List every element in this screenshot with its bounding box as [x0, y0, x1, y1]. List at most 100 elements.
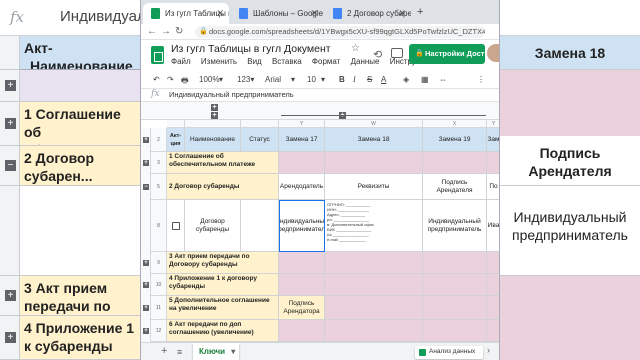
- row-checkbox[interactable]: [172, 222, 180, 230]
- section-cell[interactable]: 4 Приложение 1 к договору субаренды: [167, 274, 279, 296]
- cell[interactable]: Подпись Арендатора: [279, 296, 325, 320]
- cell[interactable]: [279, 152, 325, 174]
- column-header[interactable]: [241, 120, 279, 128]
- cell[interactable]: [487, 274, 499, 296]
- cell[interactable]: [279, 320, 325, 342]
- fill-color-icon[interactable]: ◈: [403, 75, 409, 84]
- explore-button[interactable]: Анализ данных: [415, 346, 483, 359]
- section-cell[interactable]: 2 Договор субаренды: [167, 174, 279, 200]
- header-cell[interactable]: Статус: [241, 128, 279, 152]
- row-header[interactable]: 8: [151, 200, 167, 252]
- cell[interactable]: Арендодатель: [279, 174, 325, 200]
- font-select[interactable]: Arial: [265, 75, 281, 84]
- menu-insert[interactable]: Вставка: [272, 57, 302, 66]
- requisites-cell[interactable]: ОГРНИП: ___________ ИНН: ______________ …: [325, 200, 423, 252]
- menu-file[interactable]: Файл: [171, 57, 191, 66]
- close-icon[interactable]: ✕: [216, 8, 224, 19]
- row-header[interactable]: 10: [151, 274, 167, 296]
- expand-row-icon[interactable]: +: [5, 80, 16, 91]
- header-cell[interactable]: Замена 18: [325, 128, 423, 152]
- print-icon[interactable]: 🖶: [181, 75, 189, 89]
- cell[interactable]: Реквизиты: [325, 174, 423, 200]
- selected-cell[interactable]: Индивидуальный предприниматель: [279, 200, 325, 252]
- cell[interactable]: [325, 296, 423, 320]
- header-cell[interactable]: Наименование: [185, 128, 241, 152]
- back-icon[interactable]: ←: [147, 26, 157, 37]
- row-header[interactable]: 11: [151, 296, 167, 320]
- redo-icon[interactable]: ↷: [167, 75, 174, 84]
- close-icon[interactable]: ✕: [310, 8, 318, 19]
- cell[interactable]: [487, 152, 499, 174]
- cell[interactable]: Договор субаренды: [185, 200, 241, 252]
- cell[interactable]: [423, 320, 487, 342]
- section-cell[interactable]: 6 Акт передачи по доп соглашению (увелич…: [167, 320, 279, 342]
- expand-row-icon[interactable]: +: [143, 137, 149, 143]
- chevron-down-icon[interactable]: ▾: [291, 75, 295, 84]
- star-icon[interactable]: ☆: [351, 43, 360, 54]
- expand-column-group-icon[interactable]: +: [211, 104, 218, 111]
- section-cell[interactable]: 5 Дополнительное соглашение на увеличени…: [167, 296, 279, 320]
- borders-icon[interactable]: ▦: [421, 75, 429, 84]
- row-header[interactable]: 2: [151, 128, 167, 152]
- share-button[interactable]: 🔒 Настройки Доступа: [409, 44, 497, 64]
- tab-drive[interactable]: Шаблоны – Google Диск ✕: [231, 3, 323, 24]
- collapse-panel-icon[interactable]: ›: [487, 345, 490, 355]
- row-header[interactable]: 12: [151, 320, 167, 342]
- document-title[interactable]: Из гугл Таблицы в гугл Документ: [171, 43, 331, 55]
- row-header[interactable]: 5: [151, 174, 167, 200]
- cell[interactable]: Индивидуальный предприниматель: [423, 200, 487, 252]
- history-icon[interactable]: ⟲: [373, 48, 382, 61]
- sheet-tab-keys[interactable]: Ключи ▾: [193, 343, 239, 360]
- section-cell[interactable]: 3 Акт прием передачи по Договору субарен…: [167, 252, 279, 274]
- collapse-row-icon[interactable]: −: [143, 184, 149, 190]
- expand-row-icon[interactable]: +: [143, 160, 149, 166]
- column-header[interactable]: Y: [279, 120, 325, 128]
- cell[interactable]: [325, 152, 423, 174]
- close-icon[interactable]: ✕: [398, 8, 406, 19]
- cell[interactable]: [487, 252, 499, 274]
- reload-icon[interactable]: ↻: [175, 26, 183, 37]
- all-sheets-icon[interactable]: ≡: [177, 347, 182, 357]
- column-header[interactable]: [167, 120, 185, 128]
- italic-button[interactable]: I: [353, 75, 356, 84]
- expand-row-icon[interactable]: +: [5, 118, 16, 129]
- add-sheet-icon[interactable]: +: [161, 345, 167, 357]
- more-icon[interactable]: ⋮: [477, 75, 485, 84]
- zoom-select[interactable]: 100%: [199, 75, 219, 84]
- forward-icon[interactable]: →: [161, 26, 171, 37]
- formula-input[interactable]: Индивидуальный предприниматель: [169, 90, 294, 99]
- new-tab-icon[interactable]: +: [417, 6, 423, 18]
- sheets-logo-icon[interactable]: [151, 46, 164, 64]
- merge-icon[interactable]: ⇔: [439, 75, 447, 84]
- expand-row-icon[interactable]: +: [5, 290, 16, 301]
- cell[interactable]: [423, 296, 487, 320]
- cell[interactable]: [487, 296, 499, 320]
- expand-column-group-icon[interactable]: +: [211, 112, 218, 119]
- font-size-select[interactable]: 10: [307, 75, 316, 84]
- cell[interactable]: [279, 252, 325, 274]
- menu-view[interactable]: Вид: [247, 57, 261, 66]
- cell[interactable]: [279, 274, 325, 296]
- cell[interactable]: По: [487, 174, 499, 200]
- status-cell[interactable]: [241, 200, 279, 252]
- column-header[interactable]: W: [325, 120, 423, 128]
- expand-row-icon[interactable]: +: [143, 305, 149, 311]
- cell[interactable]: [325, 252, 423, 274]
- collapse-row-icon[interactable]: −: [5, 160, 16, 171]
- tab-sheet[interactable]: Из гугл Таблицы в гугл Документ ✕: [143, 3, 229, 24]
- expand-row-icon[interactable]: +: [143, 260, 149, 266]
- tab-document[interactable]: 2 Договор субаренды ✕: [325, 3, 411, 24]
- header-cell[interactable]: Замена 17: [279, 128, 325, 152]
- undo-icon[interactable]: ↶: [153, 75, 160, 84]
- cell[interactable]: [423, 152, 487, 174]
- cell[interactable]: Подпись Арендателя: [423, 174, 487, 200]
- cell[interactable]: [487, 320, 499, 342]
- bold-button[interactable]: B: [339, 75, 345, 84]
- cell[interactable]: [423, 274, 487, 296]
- expand-row-icon[interactable]: +: [143, 282, 149, 288]
- text-color-button[interactable]: A: [381, 75, 386, 84]
- chevron-down-icon[interactable]: ▾: [321, 75, 325, 84]
- cell[interactable]: [325, 274, 423, 296]
- chevron-down-icon[interactable]: ▾: [219, 75, 223, 84]
- cell[interactable]: Ива: [487, 200, 499, 252]
